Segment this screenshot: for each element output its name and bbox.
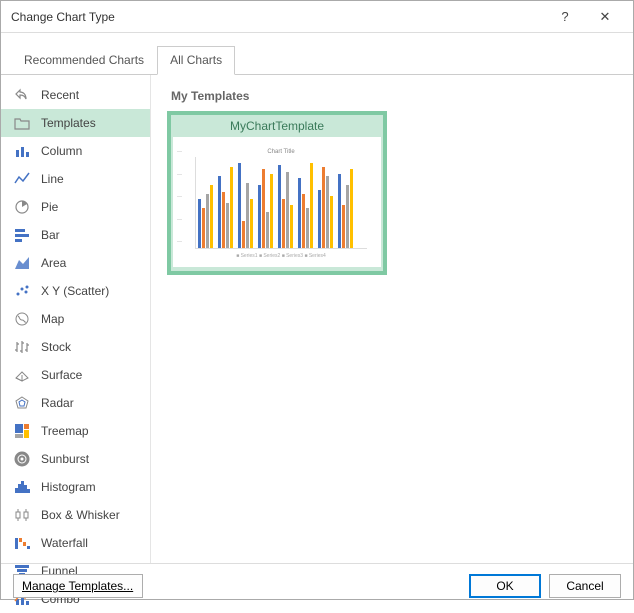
- boxwhisker-icon: [13, 506, 31, 524]
- tab-strip: Recommended Charts All Charts: [1, 33, 633, 75]
- category-label: Stock: [41, 340, 71, 354]
- waterfall-icon: [13, 534, 31, 552]
- pie-icon: [13, 198, 31, 216]
- category-histogram[interactable]: Histogram: [1, 473, 150, 501]
- category-label: Area: [41, 256, 66, 270]
- category-label: Histogram: [41, 480, 96, 494]
- manage-templates-button[interactable]: Manage Templates...: [13, 574, 143, 598]
- category-label: Surface: [41, 368, 82, 382]
- category-bar[interactable]: Bar: [1, 221, 150, 249]
- category-treemap[interactable]: Treemap: [1, 417, 150, 445]
- section-title: My Templates: [167, 83, 617, 111]
- category-label: Line: [41, 172, 64, 186]
- category-radar[interactable]: Radar: [1, 389, 150, 417]
- category-stock[interactable]: Stock: [1, 333, 150, 361]
- undo-icon: [13, 86, 31, 104]
- category-label: Treemap: [41, 424, 89, 438]
- category-column[interactable]: Column: [1, 137, 150, 165]
- category-label: Waterfall: [41, 536, 88, 550]
- category-boxwhisker[interactable]: Box & Whisker: [1, 501, 150, 529]
- chart-legend: ■ Series1 ■ Series2 ■ Series3 ■ Series4: [195, 253, 367, 259]
- category-label: Pie: [41, 200, 58, 214]
- category-sunburst[interactable]: Sunburst: [1, 445, 150, 473]
- tab-all-charts[interactable]: All Charts: [157, 46, 235, 75]
- category-label: Bar: [41, 228, 60, 242]
- stock-icon: [13, 338, 31, 356]
- category-label: Recent: [41, 88, 79, 102]
- category-pie[interactable]: Pie: [1, 193, 150, 221]
- category-map[interactable]: Map: [1, 305, 150, 333]
- template-preview: ————— Chart Title ■ Series1 ■ Series2 ■ …: [173, 137, 381, 267]
- map-icon: [13, 310, 31, 328]
- radar-icon: [13, 394, 31, 412]
- template-thumbnail-label: MyChartTemplate: [173, 117, 381, 137]
- category-label: Box & Whisker: [41, 508, 120, 522]
- category-label: Radar: [41, 396, 74, 410]
- category-scatter[interactable]: X Y (Scatter): [1, 277, 150, 305]
- chart-category-list: Recent Templates Column Line Pie Bar Area X Y (…: [1, 75, 151, 563]
- window-title: Change Chart Type: [11, 10, 545, 24]
- sunburst-icon: [13, 450, 31, 468]
- column-icon: [13, 142, 31, 160]
- category-waterfall[interactable]: Waterfall: [1, 529, 150, 557]
- folder-icon: [13, 114, 31, 132]
- bar-icon: [13, 226, 31, 244]
- chart-title: Chart Title: [195, 149, 367, 155]
- category-area[interactable]: Area: [1, 249, 150, 277]
- category-recent[interactable]: Recent: [1, 81, 150, 109]
- surface-icon: [13, 366, 31, 384]
- line-icon: [13, 170, 31, 188]
- category-line[interactable]: Line: [1, 165, 150, 193]
- category-label: Column: [41, 144, 82, 158]
- tab-recommended-charts[interactable]: Recommended Charts: [11, 46, 157, 75]
- template-thumbnail[interactable]: MyChartTemplate ————— Chart Title ■ Seri…: [167, 111, 387, 275]
- category-label: Map: [41, 312, 64, 326]
- category-label: X Y (Scatter): [41, 284, 109, 298]
- area-icon: [13, 254, 31, 272]
- histogram-icon: [13, 478, 31, 496]
- title-bar: Change Chart Type ? ✕: [1, 1, 633, 33]
- close-button[interactable]: ✕: [585, 9, 625, 25]
- category-label: Sunburst: [41, 452, 89, 466]
- category-templates[interactable]: Templates: [1, 109, 150, 137]
- category-surface[interactable]: Surface: [1, 361, 150, 389]
- category-label: Templates: [41, 116, 96, 130]
- help-button[interactable]: ?: [545, 9, 585, 24]
- ok-button[interactable]: OK: [469, 574, 541, 598]
- main-panel: My Templates MyChartTemplate ————— Chart…: [151, 75, 633, 563]
- scatter-icon: [13, 282, 31, 300]
- cancel-button[interactable]: Cancel: [549, 574, 621, 598]
- treemap-icon: [13, 422, 31, 440]
